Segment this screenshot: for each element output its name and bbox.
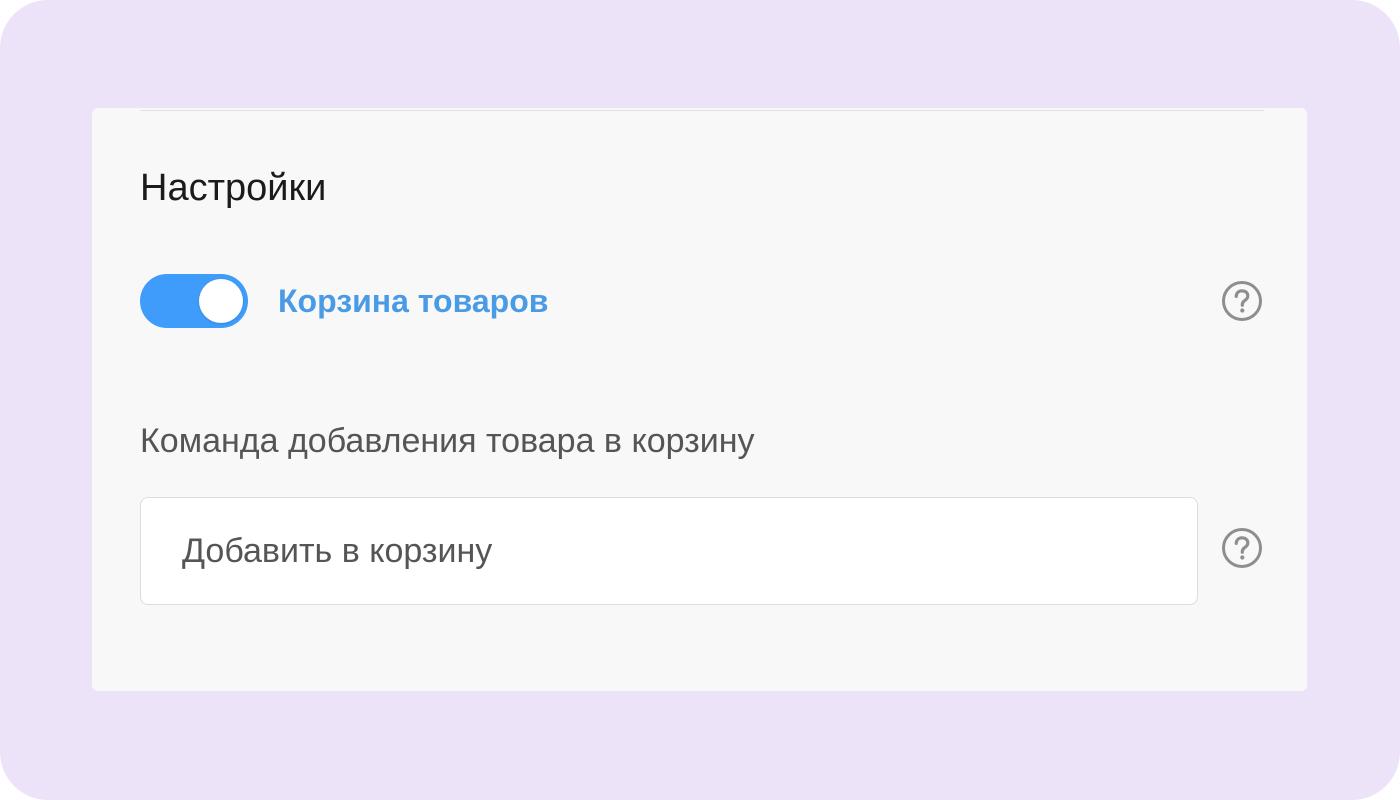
cart-toggle-label[interactable]: Корзина товаров: [278, 281, 548, 321]
question-circle-icon[interactable]: [1220, 279, 1264, 323]
divider: [140, 110, 1264, 111]
screenshot-frame: Настройки Корзина товаров Команда добавл…: [0, 0, 1400, 800]
settings-panel: Настройки Корзина товаров Команда добавл…: [92, 108, 1307, 691]
cart-toggle-switch[interactable]: [140, 274, 248, 328]
add-command-label: Команда добавления товара в корзину: [140, 422, 755, 460]
toggle-knob: [199, 279, 243, 323]
settings-title: Настройки: [140, 167, 327, 209]
question-circle-icon[interactable]: [1220, 526, 1264, 570]
add-command-input[interactable]: [140, 497, 1198, 605]
